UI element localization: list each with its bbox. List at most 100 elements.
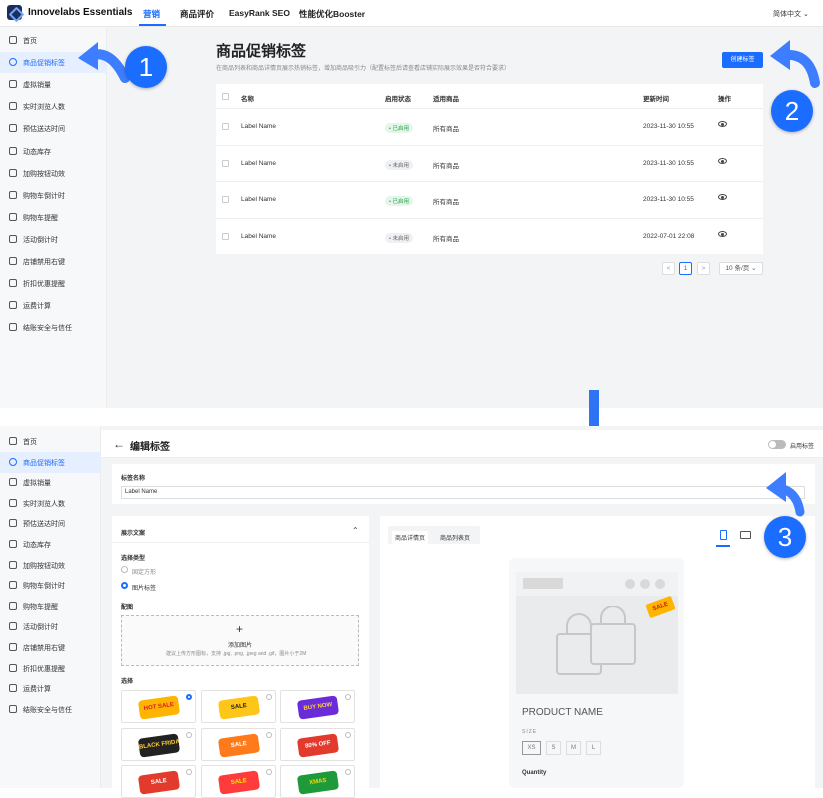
callout-arrow-2-icon (770, 40, 820, 88)
sidebar-item-icon (9, 212, 17, 221)
sticker-radio[interactable] (265, 731, 272, 738)
sticker-option[interactable]: XMAS (280, 765, 355, 798)
sidebar-item[interactable]: 折扣优惠提醒 (0, 273, 107, 294)
edit-page-title: 编辑标签 (130, 442, 170, 453)
sidebar-item[interactable]: 预估送达时间 (0, 118, 107, 139)
table-row: Label Name • 已启用 所有商品 2023-11-30 10:55 (216, 181, 763, 217)
tab-product-list[interactable]: 商品列表页 (440, 531, 470, 544)
type-title: 选择类型 (121, 556, 146, 562)
app-logo-icon (7, 5, 22, 20)
sidebar-item[interactable]: 加购按钮动效 (0, 163, 107, 184)
mobile-view-icon[interactable] (720, 530, 727, 540)
sticker-radio[interactable] (345, 731, 351, 738)
sidebar-item[interactable]: 结账安全与信任 (0, 317, 107, 338)
sidebar-item-label: 动态库存 (23, 542, 51, 549)
sidebar-item[interactable]: 购物车提醒 (0, 207, 107, 228)
type-radio-image[interactable] (121, 582, 128, 589)
sticker-option[interactable]: SALE (121, 765, 196, 798)
sidebar-item-label: 店铺禁用右键 (23, 259, 65, 266)
sidebar-item[interactable]: 购物车倒计时 (0, 575, 101, 596)
pagination-prev[interactable]: < (662, 262, 675, 275)
sticker-option[interactable]: 80% OFF (280, 727, 355, 761)
label-name-input[interactable] (121, 486, 805, 499)
row-scope: 所有商品 (433, 162, 459, 170)
size-option[interactable]: S (546, 741, 561, 755)
sticker-radio[interactable] (186, 731, 192, 738)
select-all-checkbox[interactable] (222, 93, 229, 100)
type-radio-fixed[interactable] (121, 566, 128, 573)
sticker-graphic: XMAS (296, 770, 340, 795)
callout-arrow-3-icon (766, 472, 805, 517)
size-option[interactable]: L (586, 741, 601, 755)
row-name: Label Name (241, 123, 277, 130)
sidebar-item-icon (9, 80, 17, 89)
sidebar-item-label: 动态库存 (23, 148, 51, 156)
nav-tab-reviews[interactable]: 商品评价 (180, 8, 214, 20)
row-checkbox[interactable] (222, 232, 229, 240)
sidebar-item[interactable]: 动态库存 (0, 534, 101, 555)
sidebar-item[interactable]: 购物车提醒 (0, 596, 101, 617)
pagination-page-1[interactable]: 1 (679, 262, 692, 275)
row-checkbox[interactable] (222, 123, 229, 130)
sidebar-item[interactable]: 商品促销标签 (0, 451, 101, 473)
sidebar-item[interactable]: 购物车倒计时 (0, 185, 107, 206)
nav-tab-booster[interactable]: 性能优化Booster (299, 8, 365, 20)
sticker-option[interactable]: BLACK FRIDAY (121, 727, 196, 761)
sidebar-item-label: 购物车倒计时 (23, 192, 65, 200)
sticker-radio[interactable] (186, 694, 192, 700)
page-size-select[interactable]: 10 条/页 ⌄ (719, 262, 763, 275)
sidebar-item[interactable]: 活动倒计时 (0, 616, 101, 637)
size-option[interactable]: M (566, 741, 581, 755)
sidebar-item[interactable]: 动态库存 (0, 141, 107, 162)
sidebar-item-label: 结账安全与信任 (23, 325, 72, 333)
upload-hint: 建议上传方形图标，支持 .jpg, .png, .jpeg and .gif，图… (166, 651, 307, 657)
table-row: Label Name • 未启用 所有商品 2022-07-01 22:08 (216, 217, 763, 254)
size-option[interactable]: XS (522, 741, 541, 755)
collapse-chevron-icon[interactable]: ⌃ (352, 526, 359, 535)
sticker-option[interactable]: SALE (200, 727, 276, 761)
view-eye-icon[interactable] (718, 121, 727, 127)
sidebar-item[interactable]: 实时浏览人数 (0, 96, 107, 117)
view-eye-icon[interactable] (718, 157, 727, 164)
sticker-radio[interactable] (186, 769, 192, 775)
callout-badge-3: 3 (764, 516, 806, 558)
pagination-next[interactable]: > (697, 262, 710, 275)
sidebar-item[interactable]: 结账安全与信任 (0, 699, 101, 720)
language-selector[interactable]: 简体中文 ⌄ (773, 9, 809, 19)
nav-tab-seo[interactable]: EasyRank SEO (229, 8, 290, 18)
row-checkbox[interactable] (222, 159, 229, 167)
row-checkbox[interactable] (222, 196, 229, 203)
sticker-radio[interactable] (345, 694, 351, 700)
sidebar-item[interactable]: 店铺禁用右键 (0, 637, 101, 658)
preview-dot-icon (625, 579, 635, 589)
nav-tab-marketing[interactable]: 营销 (143, 8, 160, 20)
create-label-button[interactable]: 创建标签 (722, 52, 763, 68)
sticker-option[interactable]: HOT SALE (121, 690, 196, 723)
sticker-option[interactable]: BUY NOW (280, 690, 355, 723)
enable-label-toggle[interactable] (768, 440, 786, 449)
edit-header (101, 430, 823, 458)
sidebar-item[interactable]: 运费计算 (0, 678, 101, 699)
tab-product-detail[interactable]: 商品详情页 (392, 531, 429, 544)
sticker-option[interactable]: SALE (200, 690, 276, 723)
sidebar-item[interactable]: 虚拟销量 (0, 472, 101, 493)
sidebar-item[interactable]: 实时浏览人数 (0, 493, 101, 514)
back-arrow-icon[interactable]: ← (113, 437, 125, 451)
view-eye-icon[interactable] (718, 230, 727, 237)
sidebar-item[interactable]: 活动倒计时 (0, 229, 107, 250)
sticker-option[interactable]: SALE (200, 765, 276, 798)
sidebar-item[interactable]: 运费计算 (0, 295, 107, 316)
sidebar-item[interactable]: 加购按钮动效 (0, 555, 101, 576)
sticker-radio[interactable] (265, 694, 272, 700)
sidebar-item[interactable]: 店铺禁用右键 (0, 251, 107, 272)
view-eye-icon[interactable] (718, 194, 727, 200)
sidebar-item[interactable]: 首页 (0, 431, 101, 452)
sidebar-item-label: 购物车提醒 (23, 603, 58, 611)
sidebar-item[interactable]: 预估送达时间 (0, 513, 101, 534)
sticker-radio[interactable] (265, 769, 272, 775)
sidebar-item[interactable]: 折扣优惠提醒 (0, 658, 101, 679)
sidebar-item-icon (9, 704, 17, 713)
sidebar-item-icon (9, 663, 17, 672)
desktop-view-icon[interactable] (740, 531, 751, 539)
sticker-radio[interactable] (345, 769, 351, 775)
